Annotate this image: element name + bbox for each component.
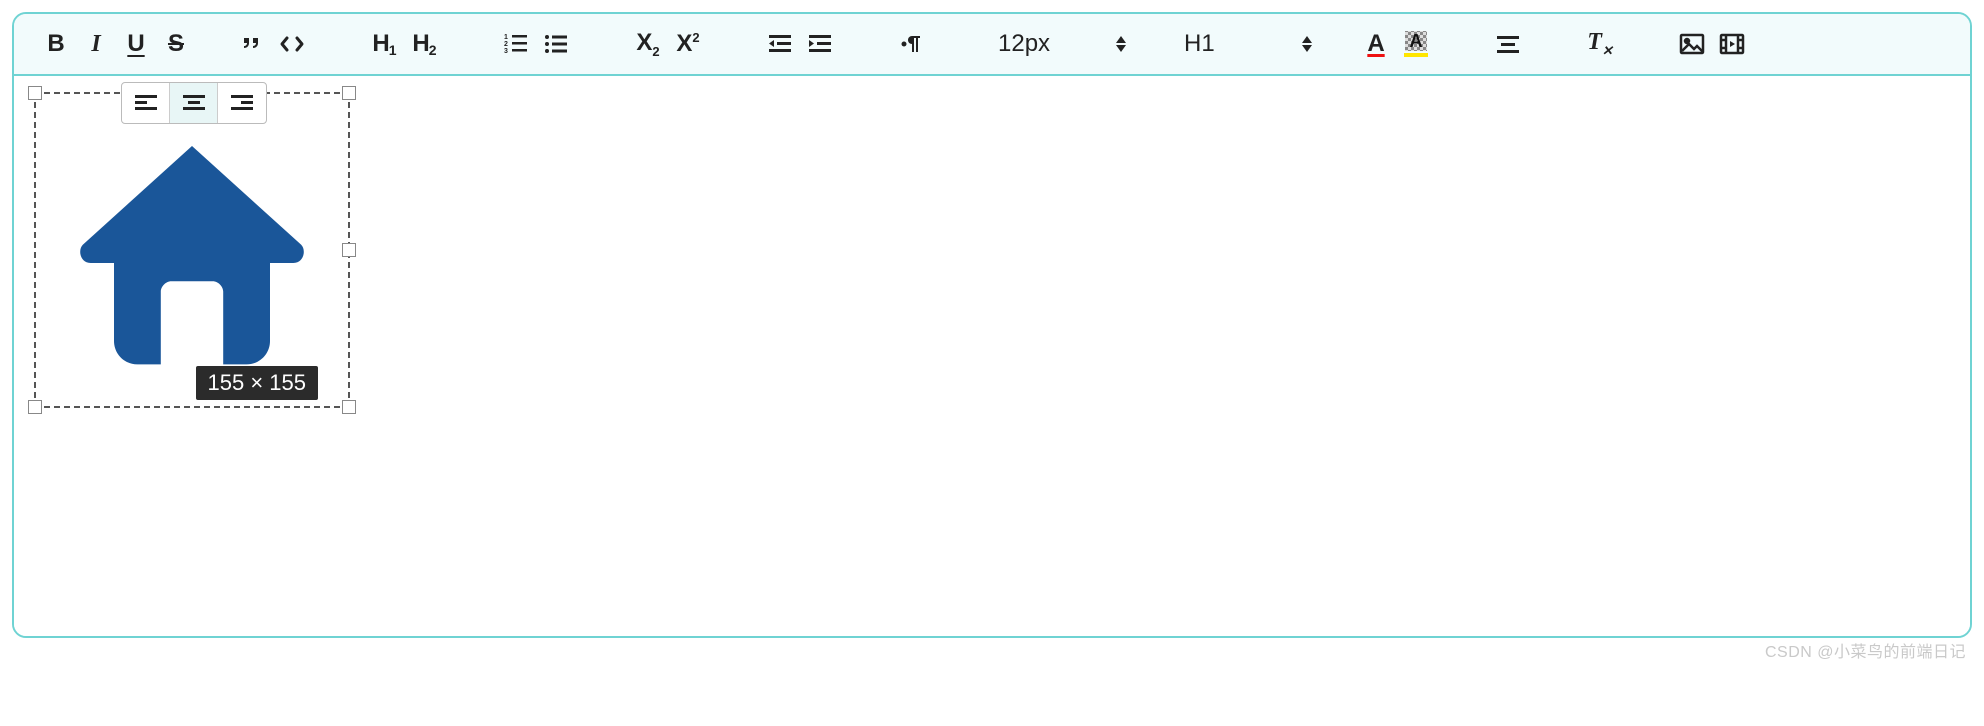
font-size-select[interactable]: 12px [984,24,1134,64]
home-icon [62,120,322,380]
svg-text:3: 3 [504,48,508,55]
codeblock-button[interactable] [272,24,312,64]
editor-container: B I U S H1 H2 123 [12,12,1972,638]
outdent-button[interactable] [760,24,800,64]
editor-canvas[interactable]: 155 × 155 [14,76,1970,636]
underline-button[interactable]: U [116,24,156,64]
resize-handle-tr[interactable] [342,86,356,100]
h1-button[interactable]: H1 [364,24,404,64]
video-button[interactable] [1712,24,1752,64]
italic-button[interactable]: I [76,24,116,64]
subscript-button[interactable]: X2 [628,24,668,64]
image-align-toolbar [121,82,267,124]
align-left-icon [133,92,159,114]
bold-icon: B [47,30,64,58]
image-button[interactable] [1672,24,1712,64]
strike-button[interactable]: S [156,24,196,64]
ordered-list-button[interactable]: 123 [496,24,536,64]
code-icon [279,32,305,56]
image-dimensions-badge: 155 × 155 [196,366,318,400]
resize-handle-bl[interactable] [28,400,42,414]
editor-toolbar: B I U S H1 H2 123 [14,14,1970,76]
align-center-icon [181,92,207,114]
indent-button[interactable] [800,24,840,64]
pilcrow-icon [899,32,925,56]
bg-color-icon: A [1404,31,1428,57]
heading-select-value: H1 [1184,30,1215,58]
ordered-list-icon: 123 [504,32,528,56]
unordered-list-button[interactable] [536,24,576,64]
svg-text:1: 1 [504,34,508,41]
font-color-button[interactable]: A [1356,24,1396,64]
image-bounding-box[interactable]: 155 × 155 [34,92,350,408]
outdent-icon [767,32,793,56]
video-icon [1719,32,1745,56]
font-color-icon: A [1367,30,1384,58]
h1-icon: H1 [372,30,395,58]
bold-button[interactable]: B [36,24,76,64]
indent-icon [807,32,833,56]
image-selection[interactable]: 155 × 155 [34,88,354,408]
svg-text:2: 2 [504,41,508,48]
image-align-right[interactable] [218,83,266,123]
align-center-icon [1495,32,1521,56]
font-size-value: 12px [998,30,1050,58]
strike-icon: S [168,30,184,58]
italic-icon: I [91,31,100,58]
heading-select[interactable]: H1 [1170,24,1320,64]
superscript-button[interactable]: X2 [668,24,708,64]
underline-icon: U [127,30,144,58]
resize-handle-tl[interactable] [28,86,42,100]
image-icon [1679,32,1705,56]
subscript-icon: X2 [636,29,659,59]
image-align-left[interactable] [122,83,170,123]
bg-color-button[interactable]: A [1396,24,1436,64]
align-button[interactable] [1488,24,1528,64]
superscript-icon: X2 [676,30,699,58]
h2-button[interactable]: H2 [404,24,444,64]
h2-icon: H2 [412,30,435,58]
quote-icon [240,32,264,56]
unordered-list-icon [544,32,568,56]
blockquote-button[interactable] [232,24,272,64]
align-right-icon [229,92,255,114]
direction-button[interactable] [892,24,932,64]
image-align-center[interactable] [170,83,218,123]
clear-format-button[interactable]: T✕ [1580,24,1620,64]
watermark-text: CSDN @小菜鸟的前端日记 [1765,638,1966,662]
resize-handle-mr[interactable] [342,243,356,257]
sort-icon [1114,36,1128,52]
clear-format-icon: T✕ [1587,29,1613,59]
sort-icon [1300,36,1314,52]
resize-handle-br[interactable] [342,400,356,414]
